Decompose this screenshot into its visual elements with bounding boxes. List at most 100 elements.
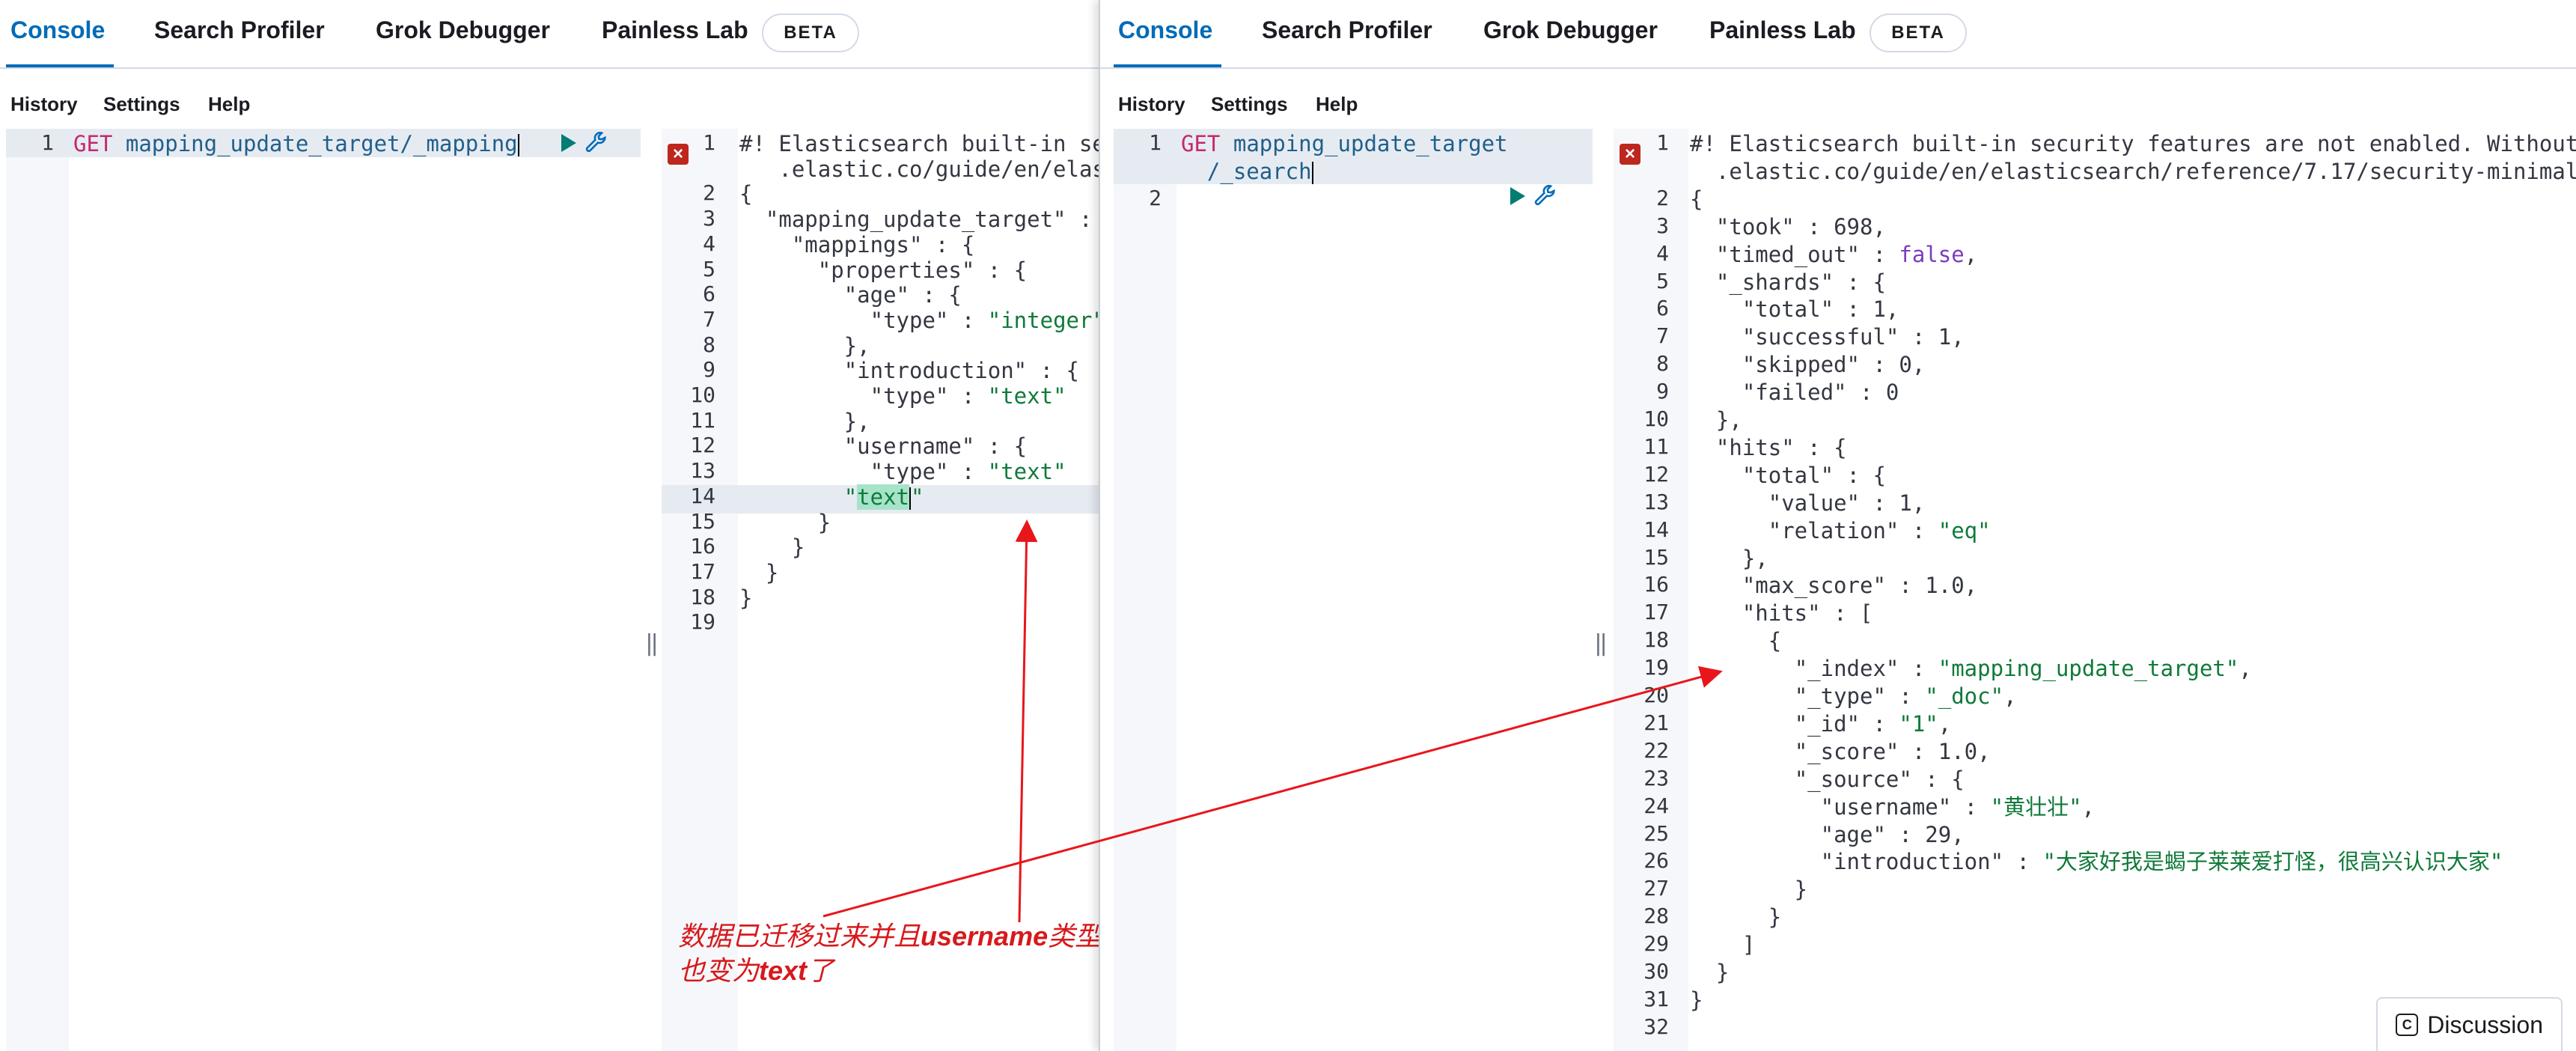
request-path-continued: /_search — [1181, 159, 1312, 184]
response-code: #! Elasticsearch built-in se .elastic.co… — [739, 129, 1099, 1051]
line-number: 1 — [1149, 130, 1162, 155]
line-number: 20 — [1643, 683, 1669, 707]
line-number: 12 — [1643, 461, 1669, 487]
response-line: "took" : 698, — [1715, 213, 1886, 240]
menu-help[interactable]: Help — [1316, 93, 1358, 116]
line-number: 15 — [1643, 544, 1669, 570]
annotation-note: 数据已迁移过来并且username类型 也变为text了 — [678, 921, 1099, 986]
active-tab-indicator — [1114, 64, 1221, 67]
play-icon[interactable] — [561, 134, 576, 152]
line-number: 19 — [690, 609, 715, 635]
response-line: }, — [739, 332, 870, 359]
beta-badge: BETA — [762, 13, 859, 52]
line-number: 29 — [1643, 931, 1669, 957]
response-line: .elastic.co/guide/en/elast — [739, 156, 1099, 182]
line-number: 19 — [1643, 655, 1669, 680]
response-line: "username" : { — [843, 433, 1028, 460]
console-pane-right: Console Search Profiler Grok Debugger Pa… — [1099, 0, 2576, 1051]
tab-painless-lab[interactable]: Painless Lab — [1709, 16, 1856, 44]
resize-handle[interactable]: ‖ — [1594, 630, 1608, 657]
response-line: "mappings" : { — [791, 231, 975, 258]
response-line: "mapping_update_target" : — [765, 207, 1093, 233]
text-cursor — [1311, 162, 1313, 184]
response-line: } — [739, 509, 831, 535]
app-tabs: Console Search Profiler Grok Debugger Pa… — [0, 0, 1099, 69]
response-line: } — [739, 534, 805, 561]
play-icon[interactable] — [1510, 187, 1525, 205]
tab-search-profiler[interactable]: Search Profiler — [154, 16, 325, 44]
resize-handle[interactable]: ‖ — [645, 630, 659, 657]
response-line: "total" : 1, — [1742, 296, 1899, 323]
line-number: 18 — [1643, 627, 1669, 653]
wrench-icon[interactable] — [584, 130, 609, 156]
line-number: 27 — [1643, 876, 1669, 901]
http-method: GET — [73, 131, 113, 156]
response-line: }, — [1690, 407, 1742, 433]
request-path: mapping_update_target — [1233, 131, 1508, 156]
chat-icon: C — [2396, 1014, 2419, 1036]
response-line: "type" : "text" — [870, 459, 1066, 485]
request-code[interactable]: GET mapping_update_target/_mapping — [73, 129, 641, 1051]
menu-history[interactable]: History — [1118, 93, 1185, 116]
response-line: "_shards" : { — [1715, 269, 1886, 295]
line-number: 17 — [1643, 600, 1669, 625]
line-number: 23 — [1643, 765, 1669, 790]
active-tab-indicator — [6, 64, 114, 67]
response-line: "_index" : "mapping_update_target", — [1794, 656, 2252, 682]
discussion-label: Discussion — [2427, 1011, 2543, 1038]
line-number: 12 — [690, 433, 715, 458]
request-editor[interactable]: 1 2 GET mapping_update_target /_search — [1114, 129, 1593, 1051]
line-number: 10 — [1643, 406, 1669, 431]
tab-search-profiler[interactable]: Search Profiler — [1262, 16, 1432, 44]
response-line: }, — [1690, 545, 1768, 571]
response-line: "_score" : 1.0, — [1794, 738, 1991, 764]
line-number: 8 — [703, 332, 715, 357]
response-line: "introduction" : { — [843, 358, 1079, 384]
line-number: 2 — [1656, 185, 1669, 210]
response-line: } — [1690, 904, 1782, 930]
menu-settings[interactable]: Settings — [103, 93, 180, 116]
app-tabs: Console Search Profiler Grok Debugger Pa… — [1100, 0, 2576, 69]
line-number: 28 — [1643, 904, 1669, 929]
console-pane-left: Console Search Profiler Grok Debugger Pa… — [0, 0, 1099, 1051]
response-line: "text" — [843, 484, 924, 510]
response-line: "skipped" : 0, — [1742, 352, 1926, 378]
line-number: 7 — [1656, 323, 1669, 349]
line-number: 14 — [1643, 517, 1669, 542]
line-number: 13 — [1643, 489, 1669, 514]
response-line: } — [739, 585, 753, 611]
beta-badge: BETA — [1870, 13, 1967, 52]
line-number: 30 — [1643, 959, 1669, 984]
menu-settings[interactable]: Settings — [1211, 93, 1288, 116]
tab-console[interactable]: Console — [1118, 16, 1212, 44]
response-line: "value" : 1, — [1768, 490, 1926, 516]
response-line: "hits" : { — [1715, 434, 1847, 460]
line-number: 11 — [1643, 433, 1669, 459]
tab-grok-debugger[interactable]: Grok Debugger — [1483, 16, 1658, 44]
discussion-button[interactable]: C Discussion — [2376, 997, 2563, 1051]
menu-history[interactable]: History — [10, 93, 78, 116]
request-editor[interactable]: 1 GET mapping_update_target/_mapping — [6, 129, 641, 1051]
line-number: 10 — [690, 383, 715, 407]
tab-console[interactable]: Console — [10, 16, 105, 44]
response-line: "timed_out" : false, — [1715, 241, 1978, 267]
response-line: "age" : 29, — [1820, 821, 1965, 847]
response-line: "_source" : { — [1794, 766, 1965, 792]
tab-grok-debugger[interactable]: Grok Debugger — [376, 16, 550, 44]
response-line: "type" : "integer" — [870, 307, 1099, 333]
response-line: ] — [1690, 932, 1756, 958]
line-number: 6 — [1656, 296, 1669, 321]
tab-painless-lab[interactable]: Painless Lab — [602, 16, 748, 44]
wrench-icon[interactable] — [1533, 183, 1558, 209]
response-line: } — [1690, 960, 1730, 985]
line-number: 9 — [1656, 379, 1669, 404]
response-line: } — [1690, 987, 1703, 1013]
line-number: 9 — [703, 357, 715, 383]
request-code[interactable]: GET mapping_update_target /_search — [1181, 129, 1593, 1051]
line-number: 11 — [690, 407, 715, 433]
line-number: 26 — [1643, 848, 1669, 874]
response-line: "total" : { — [1742, 462, 1886, 488]
menu-help[interactable]: Help — [208, 93, 250, 116]
response-line: "_id" : "1", — [1794, 710, 1952, 737]
request-line: GET mapping_update_target — [1181, 130, 1508, 158]
